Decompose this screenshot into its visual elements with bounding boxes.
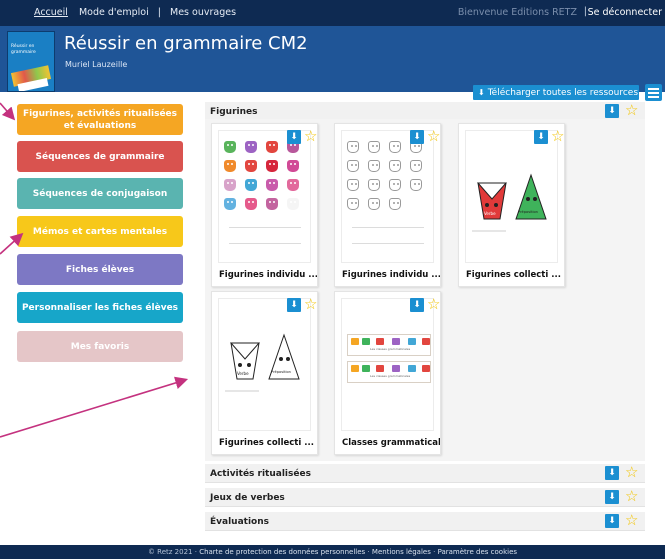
book-title: Réussir en grammaire CM2 <box>64 33 308 54</box>
favorite-star-icon[interactable]: ☆ <box>625 102 638 118</box>
resource-name: Classes grammaticales <box>335 433 440 454</box>
favorite-star-icon[interactable]: ☆ <box>427 296 440 312</box>
download-icon[interactable]: ⬇ <box>287 298 301 312</box>
download-icon[interactable]: ⬇ <box>410 298 424 312</box>
favorite-star-icon[interactable]: ☆ <box>625 512 638 528</box>
resource-card[interactable]: Les classes grammaticales Les classes gr… <box>334 291 441 455</box>
favorite-star-icon[interactable]: ☆ <box>427 128 440 144</box>
manual-link[interactable]: Mode d'emploi <box>79 7 149 18</box>
download-icon[interactable]: ⬇ <box>605 490 619 504</box>
footer: © Retz 2021 · Charte de protection des d… <box>0 545 665 559</box>
footer-separator: · <box>367 548 370 556</box>
resource-thumbnail <box>341 130 434 263</box>
resource-thumbnail <box>218 130 311 263</box>
download-icon[interactable]: ⬇ <box>534 130 548 144</box>
footer-copyright: © Retz 2021 <box>147 548 193 556</box>
section-title: Figurines <box>210 107 258 117</box>
favorite-star-icon[interactable]: ☆ <box>304 128 317 144</box>
download-icon: ⬇ <box>478 88 485 97</box>
page: Accueil Mode d'emploi | Mes ouvrages Bie… <box>0 0 665 559</box>
download-icon[interactable]: ⬇ <box>605 104 619 118</box>
welcome-text: Bienvenue Editions RETZ <box>457 7 577 18</box>
nav-separator: | <box>583 6 587 17</box>
svg-text:Préposition: Préposition <box>518 210 538 214</box>
sidebar-item-favoris[interactable]: Mes favoris <box>17 331 183 362</box>
favorite-star-icon[interactable]: ☆ <box>304 296 317 312</box>
resource-name: Figurines collecti ... <box>459 265 564 286</box>
section-verbes[interactable]: Jeux de verbes ⬇ ☆ <box>205 488 645 507</box>
svg-text:Verbe: Verbe <box>237 371 249 376</box>
home-link[interactable]: Accueil <box>34 7 68 18</box>
section-title: Évaluations <box>210 517 269 527</box>
section-title: Jeux de verbes <box>210 493 285 503</box>
book-cover: Réussir en grammaire <box>7 31 55 92</box>
sidebar-item-memos[interactable]: Mémos et cartes mentales <box>17 216 183 247</box>
nav-separator: | <box>157 7 161 18</box>
resource-thumbnail: Verbe Préposition <box>465 130 558 263</box>
sidebar-item-grammaire[interactable]: Séquences de grammaire <box>17 141 183 172</box>
section-activites[interactable]: Activités ritualisées ⬇ ☆ <box>205 464 645 483</box>
sidebar-item-fiches[interactable]: Fiches élèves <box>17 254 183 285</box>
svg-text:Verbe: Verbe <box>484 211 496 216</box>
resource-thumbnail: Verbe Préposition <box>218 298 311 431</box>
resource-thumbnail: Les classes grammaticales Les classes gr… <box>341 298 434 431</box>
list-view-button[interactable] <box>645 84 662 101</box>
works-link[interactable]: Mes ouvrages <box>170 7 236 18</box>
resource-name: Figurines individu ... <box>335 265 440 286</box>
download-icon[interactable]: ⬇ <box>605 514 619 528</box>
figurines-panel: ⬇ ☆ Figurines individu ... ⬇ ☆ Figurines… <box>205 119 645 461</box>
resource-name: Figurines collecti ... <box>212 433 317 454</box>
figurine-illustration: Verbe Préposition <box>225 333 300 392</box>
figurine-illustration: Verbe Préposition <box>472 173 547 232</box>
book-header: Réussir en grammaire Réussir en grammair… <box>0 26 665 92</box>
sidebar-item-personnaliser[interactable]: Personnaliser les fiches élèves <box>17 292 183 323</box>
favorite-star-icon[interactable]: ☆ <box>625 488 638 504</box>
download-icon[interactable]: ⬇ <box>605 466 619 480</box>
download-icon[interactable]: ⬇ <box>410 130 424 144</box>
annotation-arrow <box>0 102 16 121</box>
sidebar-item-conjugaison[interactable]: Séquences de conjugaison <box>17 178 183 209</box>
favorite-star-icon[interactable]: ☆ <box>625 464 638 480</box>
legal-notice-link[interactable]: Mentions légales <box>372 548 431 556</box>
cookie-settings-link[interactable]: Paramètre des cookies <box>438 548 517 556</box>
privacy-charter-link[interactable]: Charte de protection des données personn… <box>199 548 365 556</box>
favorite-star-icon[interactable]: ☆ <box>551 128 564 144</box>
footer-separator: · <box>194 548 197 556</box>
footer-separator: · <box>433 548 436 556</box>
top-navigation: Accueil Mode d'emploi | Mes ouvrages Bie… <box>0 0 665 26</box>
resource-card[interactable]: ⬇ ☆ Figurines individu ... <box>334 123 441 287</box>
download-all-button[interactable]: ⬇ Télécharger toutes les ressources <box>473 85 639 100</box>
book-cover-title: Réussir en grammaire <box>11 44 36 55</box>
download-icon[interactable]: ⬇ <box>287 130 301 144</box>
annotation-arrow <box>0 376 189 438</box>
resource-card[interactable]: Verbe Préposition ⬇ ☆ Figurines collecti… <box>211 291 318 455</box>
book-author: Muriel Lauzeille <box>65 60 128 69</box>
section-title: Activités ritualisées <box>210 469 311 479</box>
svg-text:Préposition: Préposition <box>271 370 291 374</box>
resource-card[interactable]: Verbe Préposition ⬇ ☆ Figurines collecti… <box>458 123 565 287</box>
resource-card[interactable]: ⬇ ☆ Figurines individu ... <box>211 123 318 287</box>
download-all-label: Télécharger toutes les ressources <box>487 88 639 98</box>
sidebar-item-figurines[interactable]: Figurines, activités ritualisées et éval… <box>17 104 183 135</box>
resource-name: Figurines individu ... <box>212 265 317 286</box>
logout-link[interactable]: Se déconnecter <box>588 7 662 18</box>
top-nav-links: Accueil Mode d'emploi | Mes ouvrages <box>34 7 236 18</box>
section-evaluations[interactable]: Évaluations ⬇ ☆ <box>205 512 645 531</box>
